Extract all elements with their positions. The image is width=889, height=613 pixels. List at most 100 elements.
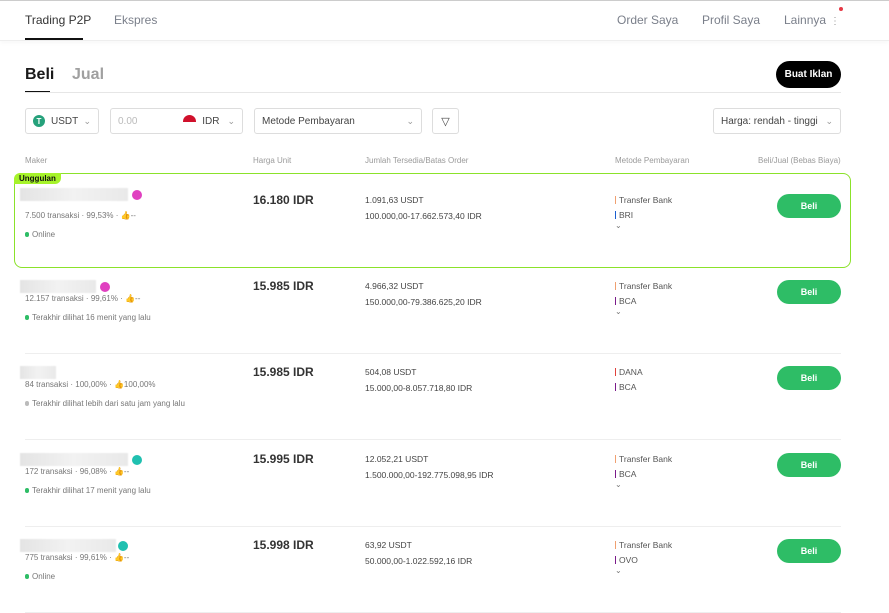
status-dot: [25, 574, 29, 579]
maker-name-redacted[interactable]: [20, 453, 128, 466]
payment-method-select[interactable]: Metode Pembayaran ⌄: [254, 108, 422, 134]
nav-lainnya[interactable]: Lainnya ⋮: [784, 13, 840, 27]
payment-method: BCA: [615, 382, 636, 392]
payment-color-bar: [615, 383, 616, 391]
maker-name-redacted[interactable]: [20, 188, 128, 201]
available-amount: 504,08 USDT: [365, 367, 417, 377]
thumbs-up-icon: 👍: [113, 380, 124, 389]
filter-button[interactable]: ▽: [432, 108, 459, 134]
payment-method-label: BRI: [619, 210, 634, 220]
table-row: [25, 526, 841, 613]
tab-trading-p2p[interactable]: Trading P2P: [25, 13, 91, 27]
column-header-action: Beli/Jual (Bebas Biaya): [758, 156, 841, 165]
sort-value: Harga: rendah - tinggi: [721, 115, 818, 127]
buy-button[interactable]: Beli: [777, 453, 841, 477]
online-status: Terakhir dilihat 17 menit yang lalu: [25, 486, 151, 495]
active-tab-indicator: [25, 38, 83, 40]
expand-chevron-icon[interactable]: ⌄: [615, 566, 622, 575]
payment-method: Transfer Bank: [615, 281, 672, 291]
crypto-value: USDT: [51, 115, 79, 127]
order-count: 172 transaksi: [25, 467, 73, 476]
maker-stats: 775 transaksi · 99,61% · 👍--: [25, 553, 130, 562]
nav-profil-saya[interactable]: Profil Saya: [702, 13, 760, 27]
payment-method: Transfer Bank: [615, 195, 672, 205]
thumbs-up-icon: 👍: [120, 211, 131, 220]
status-text: Online: [32, 572, 56, 581]
order-limit: 50.000,00-1.022.592,16 IDR: [365, 556, 473, 566]
payment-method: BCA: [615, 469, 636, 479]
unit-price: 15.985 IDR: [253, 279, 314, 293]
tether-icon: T: [33, 115, 45, 127]
buy-button[interactable]: Beli: [777, 280, 841, 304]
order-limit: 1.500.000,00-192.775.098,95 IDR: [365, 470, 494, 480]
payment-method-label: BCA: [619, 382, 637, 392]
payment-color-bar: [615, 282, 616, 290]
like-rate: --: [123, 467, 130, 476]
status-text: Online: [32, 230, 56, 239]
maker-stats: 172 transaksi · 96,08% · 👍--: [25, 467, 130, 476]
chevron-down-icon: ⌄: [825, 115, 833, 126]
create-ad-button[interactable]: Buat Iklan: [776, 61, 841, 88]
completion-rate: 99,53%: [86, 211, 114, 220]
payment-method: OVO: [615, 555, 638, 565]
online-status: Online: [25, 572, 55, 581]
featured-badge: Unggulan: [14, 173, 61, 184]
column-header-price: Harga Unit: [253, 156, 292, 165]
payment-method-label: BCA: [619, 469, 637, 479]
payment-method: BCA: [615, 296, 636, 306]
amount-placeholder: 0.00: [118, 115, 138, 127]
order-limit: 15.000,00-8.057.718,80 IDR: [365, 383, 473, 393]
payment-color-bar: [615, 455, 616, 463]
crypto-select[interactable]: T USDT ⌄: [25, 108, 99, 134]
expand-chevron-icon[interactable]: ⌄: [615, 480, 622, 489]
amount-input[interactable]: 0.00 IDR ⌄: [110, 108, 243, 134]
expand-chevron-icon[interactable]: ⌄: [615, 307, 622, 316]
order-count: 775 transaksi: [25, 553, 73, 562]
tab-ekspres[interactable]: Ekspres: [114, 13, 157, 27]
maker-name-redacted[interactable]: [20, 280, 96, 293]
nav-order-saya[interactable]: Order Saya: [617, 13, 678, 27]
merchant-badge-icon: [132, 190, 142, 200]
status-text: Terakhir dilihat 16 menit yang lalu: [32, 313, 151, 322]
sort-select[interactable]: Harga: rendah - tinggi ⌄: [713, 108, 841, 134]
payment-color-bar: [615, 470, 616, 478]
column-header-amount: Jumlah Tersedia/Batas Order: [365, 156, 469, 165]
payment-method-label: Transfer Bank: [619, 281, 673, 291]
buy-button[interactable]: Beli: [777, 194, 841, 218]
online-status: Online: [25, 230, 55, 239]
payment-method-value: Metode Pembayaran: [262, 115, 355, 127]
buy-button[interactable]: Beli: [777, 539, 841, 563]
expand-chevron-icon[interactable]: ⌄: [615, 221, 622, 230]
order-count: 12.157 transaksi: [25, 294, 84, 303]
payment-color-bar: [615, 541, 616, 549]
maker-name-redacted[interactable]: [20, 539, 116, 552]
unit-price: 16.180 IDR: [253, 193, 314, 207]
like-rate: --: [130, 211, 136, 220]
payment-color-bar: [615, 556, 616, 564]
merchant-badge-icon: [132, 455, 142, 465]
maker-name-redacted[interactable]: [20, 366, 56, 379]
thumbs-up-icon: 👍: [125, 294, 136, 303]
completion-rate: 100,00%: [75, 380, 107, 389]
available-amount: 4.966,32 USDT: [365, 281, 424, 291]
column-header-maker: Maker: [25, 156, 48, 165]
payment-method-label: DANA: [619, 367, 643, 377]
column-header-payment: Metode Pembayaran: [615, 156, 690, 165]
like-rate: --: [123, 553, 130, 562]
unit-price: 15.995 IDR: [253, 452, 314, 466]
payment-method: BRI: [615, 210, 633, 220]
filter-icon: ▽: [441, 115, 450, 128]
tab-beli[interactable]: Beli: [25, 66, 54, 84]
divider: [25, 92, 841, 93]
tab-jual[interactable]: Jual: [72, 66, 104, 84]
maker-stats: 84 transaksi · 100,00% · 👍100,00%: [25, 380, 156, 389]
order-count: 84 transaksi: [25, 380, 69, 389]
payment-method-label: Transfer Bank: [619, 454, 673, 464]
unit-price: 15.998 IDR: [253, 538, 314, 552]
like-rate: --: [135, 294, 141, 303]
table-row: [25, 267, 841, 354]
payment-method-label: Transfer Bank: [619, 540, 673, 550]
payment-method: Transfer Bank: [615, 454, 672, 464]
merchant-badge-icon: [118, 541, 128, 551]
buy-button[interactable]: Beli: [777, 366, 841, 390]
